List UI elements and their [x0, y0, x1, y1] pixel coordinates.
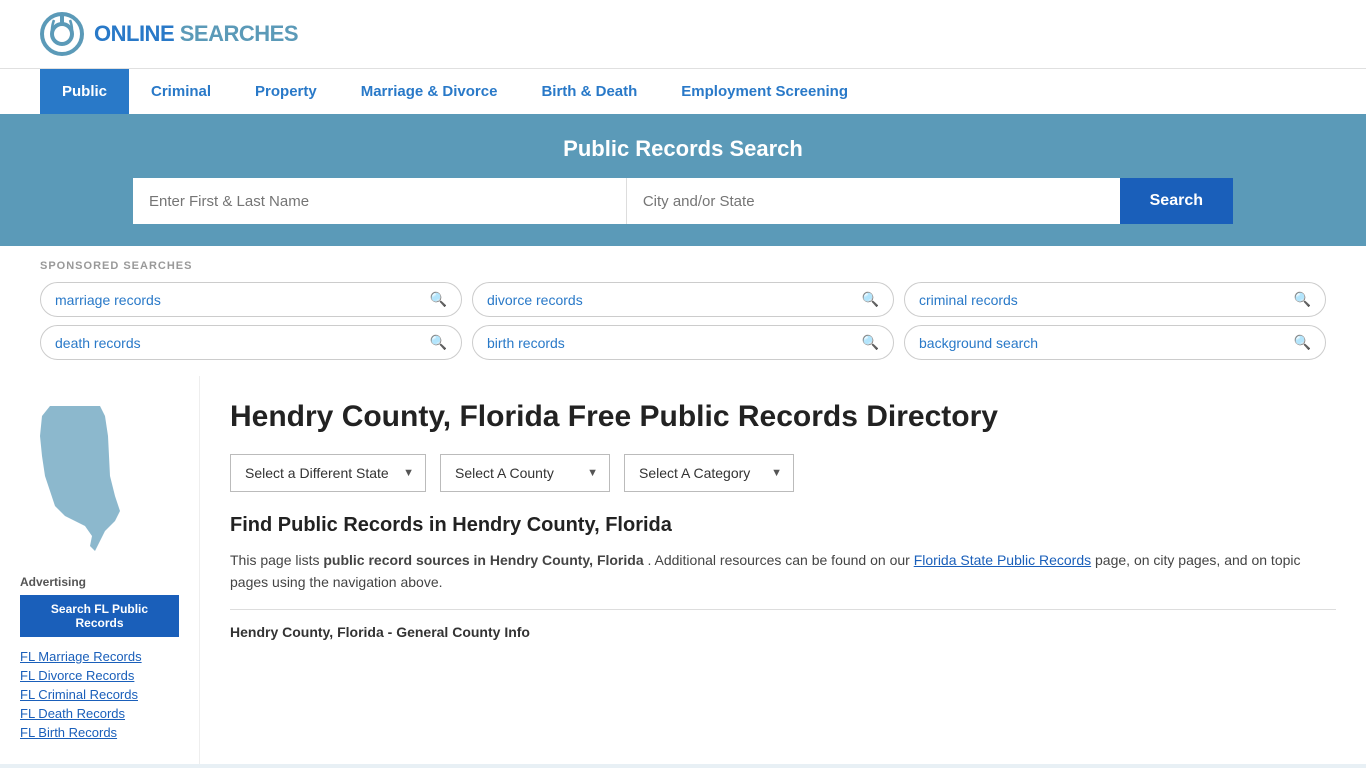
sidebar: Advertising Search FL Public Records FL …: [0, 376, 200, 764]
search-bar: Search: [133, 178, 1233, 224]
content-area: Hendry County, Florida Free Public Recor…: [200, 376, 1366, 764]
category-dropdown-wrap: Select A Category: [624, 454, 794, 492]
section-divider: [230, 609, 1336, 610]
nav-item-property[interactable]: Property: [233, 69, 339, 114]
sponsored-row-1: marriage records 🔍 divorce records 🔍 cri…: [40, 282, 1326, 317]
sidebar-link-criminal[interactable]: FL Criminal Records: [20, 687, 179, 702]
nav-item-criminal[interactable]: Criminal: [129, 69, 233, 114]
sponsored-label: SPONSORED SEARCHES: [40, 260, 1326, 272]
tag-label-divorce: divorce records: [487, 292, 583, 308]
county-dropdown[interactable]: Select A County: [440, 454, 610, 492]
county-dropdown-wrap: Select A County: [440, 454, 610, 492]
sidebar-link-divorce[interactable]: FL Divorce Records: [20, 668, 179, 683]
search-icon-background: 🔍: [1294, 334, 1311, 351]
tag-label-death: death records: [55, 335, 141, 351]
find-desc-bold: public record sources in Hendry County, …: [323, 552, 643, 568]
sidebar-links: FL Marriage Records FL Divorce Records F…: [20, 649, 179, 740]
find-desc-link[interactable]: Florida State Public Records: [914, 552, 1091, 568]
dropdown-group: Select a Different State Select A County…: [230, 454, 1336, 492]
sidebar-link-death[interactable]: FL Death Records: [20, 706, 179, 721]
logo-text: ONLINE SEARCHES: [94, 21, 298, 47]
search-banner-title: Public Records Search: [40, 136, 1326, 162]
name-input[interactable]: [133, 178, 627, 224]
tag-birth-records[interactable]: birth records 🔍: [472, 325, 894, 360]
tag-death-records[interactable]: death records 🔍: [40, 325, 462, 360]
nav-item-employment-screening[interactable]: Employment Screening: [659, 69, 870, 114]
find-title: Find Public Records in Hendry County, Fl…: [230, 514, 1336, 537]
main-nav: Public Criminal Property Marriage & Divo…: [0, 68, 1366, 114]
sidebar-ad-label: Advertising: [20, 575, 179, 589]
tag-label-criminal: criminal records: [919, 292, 1018, 308]
logo: ONLINE SEARCHES: [40, 12, 298, 56]
tag-criminal-records[interactable]: criminal records 🔍: [904, 282, 1326, 317]
tag-marriage-records[interactable]: marriage records 🔍: [40, 282, 462, 317]
state-dropdown[interactable]: Select a Different State: [230, 454, 426, 492]
nav-item-marriage-divorce[interactable]: Marriage & Divorce: [339, 69, 520, 114]
sidebar-link-marriage[interactable]: FL Marriage Records: [20, 649, 179, 664]
county-title: Hendry County, Florida Free Public Recor…: [230, 398, 1336, 436]
category-dropdown[interactable]: Select A Category: [624, 454, 794, 492]
tag-label-marriage: marriage records: [55, 292, 161, 308]
search-icon-marriage: 🔍: [430, 291, 447, 308]
tag-background-search[interactable]: background search 🔍: [904, 325, 1326, 360]
main-content: Advertising Search FL Public Records FL …: [0, 376, 1366, 764]
location-input[interactable]: [627, 178, 1120, 224]
search-icon-criminal: 🔍: [1294, 291, 1311, 308]
search-icon-birth: 🔍: [862, 334, 879, 351]
search-icon-death: 🔍: [430, 334, 447, 351]
site-header: ONLINE SEARCHES: [0, 0, 1366, 68]
find-desc-prefix: This page lists: [230, 552, 323, 568]
nav-item-birth-death[interactable]: Birth & Death: [519, 69, 659, 114]
logo-text-plain: ONLINE: [94, 21, 174, 46]
find-desc-mid: . Additional resources can be found on o…: [648, 552, 914, 568]
search-icon-divorce: 🔍: [862, 291, 879, 308]
state-dropdown-wrap: Select a Different State: [230, 454, 426, 492]
sidebar-link-birth[interactable]: FL Birth Records: [20, 725, 179, 740]
sponsored-section: SPONSORED SEARCHES marriage records 🔍 di…: [0, 246, 1366, 376]
tag-label-background: background search: [919, 335, 1038, 351]
sponsored-tags: marriage records 🔍 divorce records 🔍 cri…: [40, 282, 1326, 360]
nav-item-public[interactable]: Public: [40, 69, 129, 114]
logo-icon: [40, 12, 84, 56]
section-subhead: Hendry County, Florida - General County …: [230, 624, 1336, 640]
tag-label-birth: birth records: [487, 335, 565, 351]
tag-divorce-records[interactable]: divorce records 🔍: [472, 282, 894, 317]
search-button[interactable]: Search: [1120, 178, 1233, 224]
logo-text-brand: SEARCHES: [180, 21, 298, 46]
sidebar-ad-button[interactable]: Search FL Public Records: [20, 595, 179, 637]
search-banner: Public Records Search Search: [0, 114, 1366, 246]
florida-map-icon: [20, 396, 140, 556]
sponsored-row-2: death records 🔍 birth records 🔍 backgrou…: [40, 325, 1326, 360]
find-desc: This page lists public record sources in…: [230, 549, 1336, 594]
